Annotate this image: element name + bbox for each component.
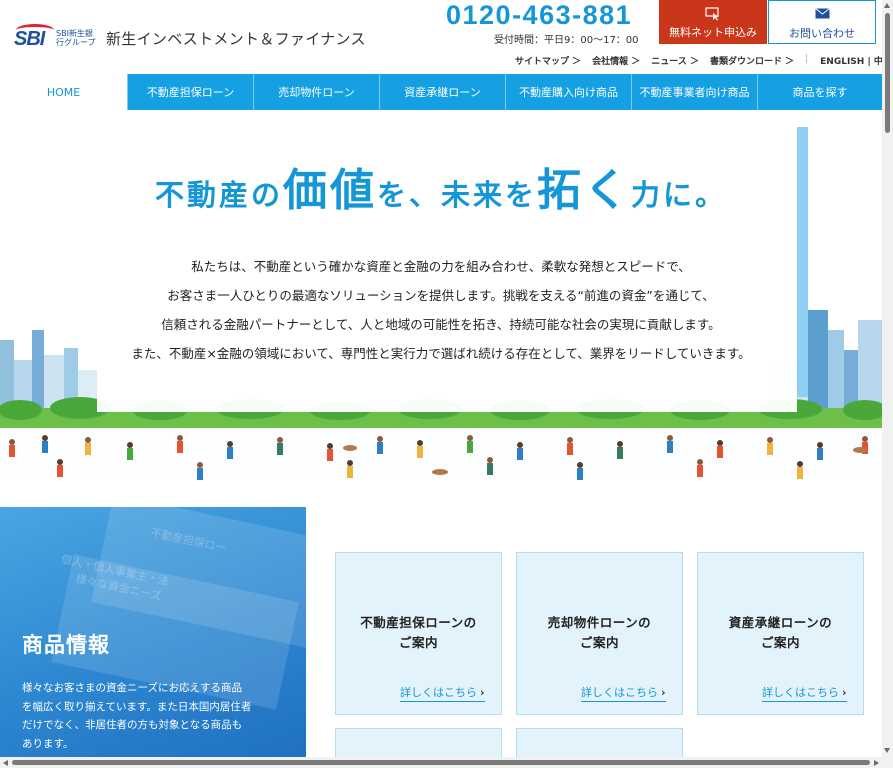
tel-number[interactable]: 0120-463-881 [446,0,632,31]
catch-part: 力に。 [631,178,728,212]
card-link-label: 詳しくはこちら [581,686,658,699]
scroll-left-arrow-icon[interactable] [3,760,8,766]
card-title: 資産承継ローンの ご案内 [698,613,863,653]
nav-item-find-products[interactable]: 商品を探す [757,74,882,110]
card-title: 不動産担保ローンの ご案内 [336,613,501,653]
vertical-scrollbar[interactable] [882,0,893,768]
logo-group-label: SBI新生銀行グループ [56,29,96,47]
contact-label: お問い合わせ [789,27,855,40]
card-detail-link[interactable]: 詳しくはこちら › [400,684,485,702]
card-title-line: 不動産担保ローンの [360,615,477,630]
util-link-company[interactable]: 会社情報 ＞ [592,54,640,67]
card-title-line: ご案内 [579,635,619,650]
sbi-logo-mark: SBI [14,24,54,50]
horizontal-scroll-thumb[interactable] [12,760,870,765]
card-title-line: ご案内 [760,635,800,650]
products-title: 商品情報 [22,633,110,657]
hero-catchcopy: 不動産の価値を、未来を拓く力に。 [0,154,882,218]
business-hours: 受付時間：平日9：00〜17：00 [494,35,639,46]
catch-part: 不動産の [154,178,283,212]
company-logo[interactable]: SBI SBI新生銀行グループ 新生インベストメント＆ファイナンス [14,24,366,50]
online-apply-label: 無料ネット申込み [669,26,757,39]
nav-item-business-products[interactable]: 不動産事業者向け商品 [631,74,757,110]
nav-item-succession-loan[interactable]: 資産承継ローン [379,74,505,110]
utility-links: サイトマップ ＞ 会社情報 ＞ ニュース ＞ 書類ダウンロード ＞ | ENGL… [515,54,892,67]
page: SBI SBI新生銀行グループ 新生インベストメント＆ファイナンス 0120-4… [0,0,893,768]
global-nav: HOME 不動産担保ローン 売却物件ローン 資産承継ローン 不動産購入向け商品 … [0,74,882,110]
card-link-label: 詳しくはこちら [762,686,839,699]
hero-section: 不動産の価値を、未来を拓く力に。 私たちは、不動産という確かな資産と金融の力を組… [0,110,882,480]
card-title-line: 資産承継ローンの [728,615,833,630]
online-apply-button[interactable]: 無料ネット申込み [659,0,767,44]
nav-item-sale-property-loan[interactable]: 売却物件ローン [253,74,379,110]
card-title: 売却物件ローンの ご案内 [517,613,682,653]
card-detail-link[interactable]: 詳しくはこちら › [581,684,666,702]
logo-mark-text: SBI [14,28,45,50]
lead-line: 信頼される金融パートナーとして、人と地域の可能性を拓き、持続可能な社会の実現に貢… [161,317,721,332]
horizontal-scrollbar[interactable] [0,757,882,768]
lead-line: お客さま一人ひとりの最適なソリューションを提供します。挑戦を支える“前進の資金”… [167,288,715,303]
click-hand-icon [659,7,767,21]
chevron-right-icon: › [661,686,666,699]
product-card-real-estate-loan[interactable]: 不動産担保ローンの ご案内 詳しくはこちら › [335,552,502,715]
util-link-sitemap[interactable]: サイトマップ ＞ [515,54,581,67]
card-title-line: ご案内 [398,635,438,650]
card-detail-link[interactable]: 詳しくはこちら › [762,684,847,702]
nav-item-home[interactable]: HOME [0,74,127,110]
util-divider: | [805,54,809,64]
logo-company-name: 新生インベストメント＆ファイナンス [106,29,366,48]
catch-part-emphasis: 価値 [282,165,377,216]
scroll-down-arrow-icon[interactable] [884,748,890,753]
util-link-downloads[interactable]: 書類ダウンロード ＞ [710,54,794,67]
catch-part-emphasis: 拓く [537,165,631,216]
envelope-icon [769,8,875,22]
scroll-right-arrow-icon[interactable] [874,760,879,766]
lead-line: また、不動産×金融の領域において、専門性と実行力で選ばれ続ける存在として、業界を… [131,346,751,361]
vertical-scroll-thumb[interactable] [885,13,890,133]
lead-line: 私たちは、不動産という確かな資産と金融の力を組み合わせ、柔軟な発想とスピードで、 [191,259,691,274]
scroll-up-arrow-icon[interactable] [884,3,890,8]
util-link-news[interactable]: ニュース ＞ [651,54,699,67]
products-description: 様々なお客さまの資金ニーズにお応えする商品を幅広く取り揃えています。また日本国内… [22,682,252,750]
card-link-label: 詳しくはこちら [400,686,477,699]
product-card-sale-property-loan[interactable]: 売却物件ローンの ご案内 詳しくはこちら › [516,552,683,715]
product-card-succession-loan[interactable]: 資産承継ローンの ご案内 詳しくはこちら › [697,552,864,715]
chevron-right-icon: › [480,686,485,699]
nav-item-purchase-products[interactable]: 不動産購入向け商品 [505,74,631,110]
products-info-panel: 不動産担保ロー 個人・個人事業主・法 様々な資金ニーズ 商品情報 様々なお客さま… [0,507,306,768]
nav-item-real-estate-loan[interactable]: 不動産担保ローン [127,74,253,110]
site-header: SBI SBI新生銀行グループ 新生インベストメント＆ファイナンス 0120-4… [0,0,892,74]
catch-part: を、未来を [376,178,537,212]
chevron-right-icon: › [842,686,847,699]
card-title-line: 売却物件ローンの [547,615,652,630]
hero-lead-text: 私たちは、不動産という確かな資産と金融の力を組み合わせ、柔軟な発想とスピードで、… [0,252,882,368]
contact-button[interactable]: お問い合わせ [768,0,876,44]
